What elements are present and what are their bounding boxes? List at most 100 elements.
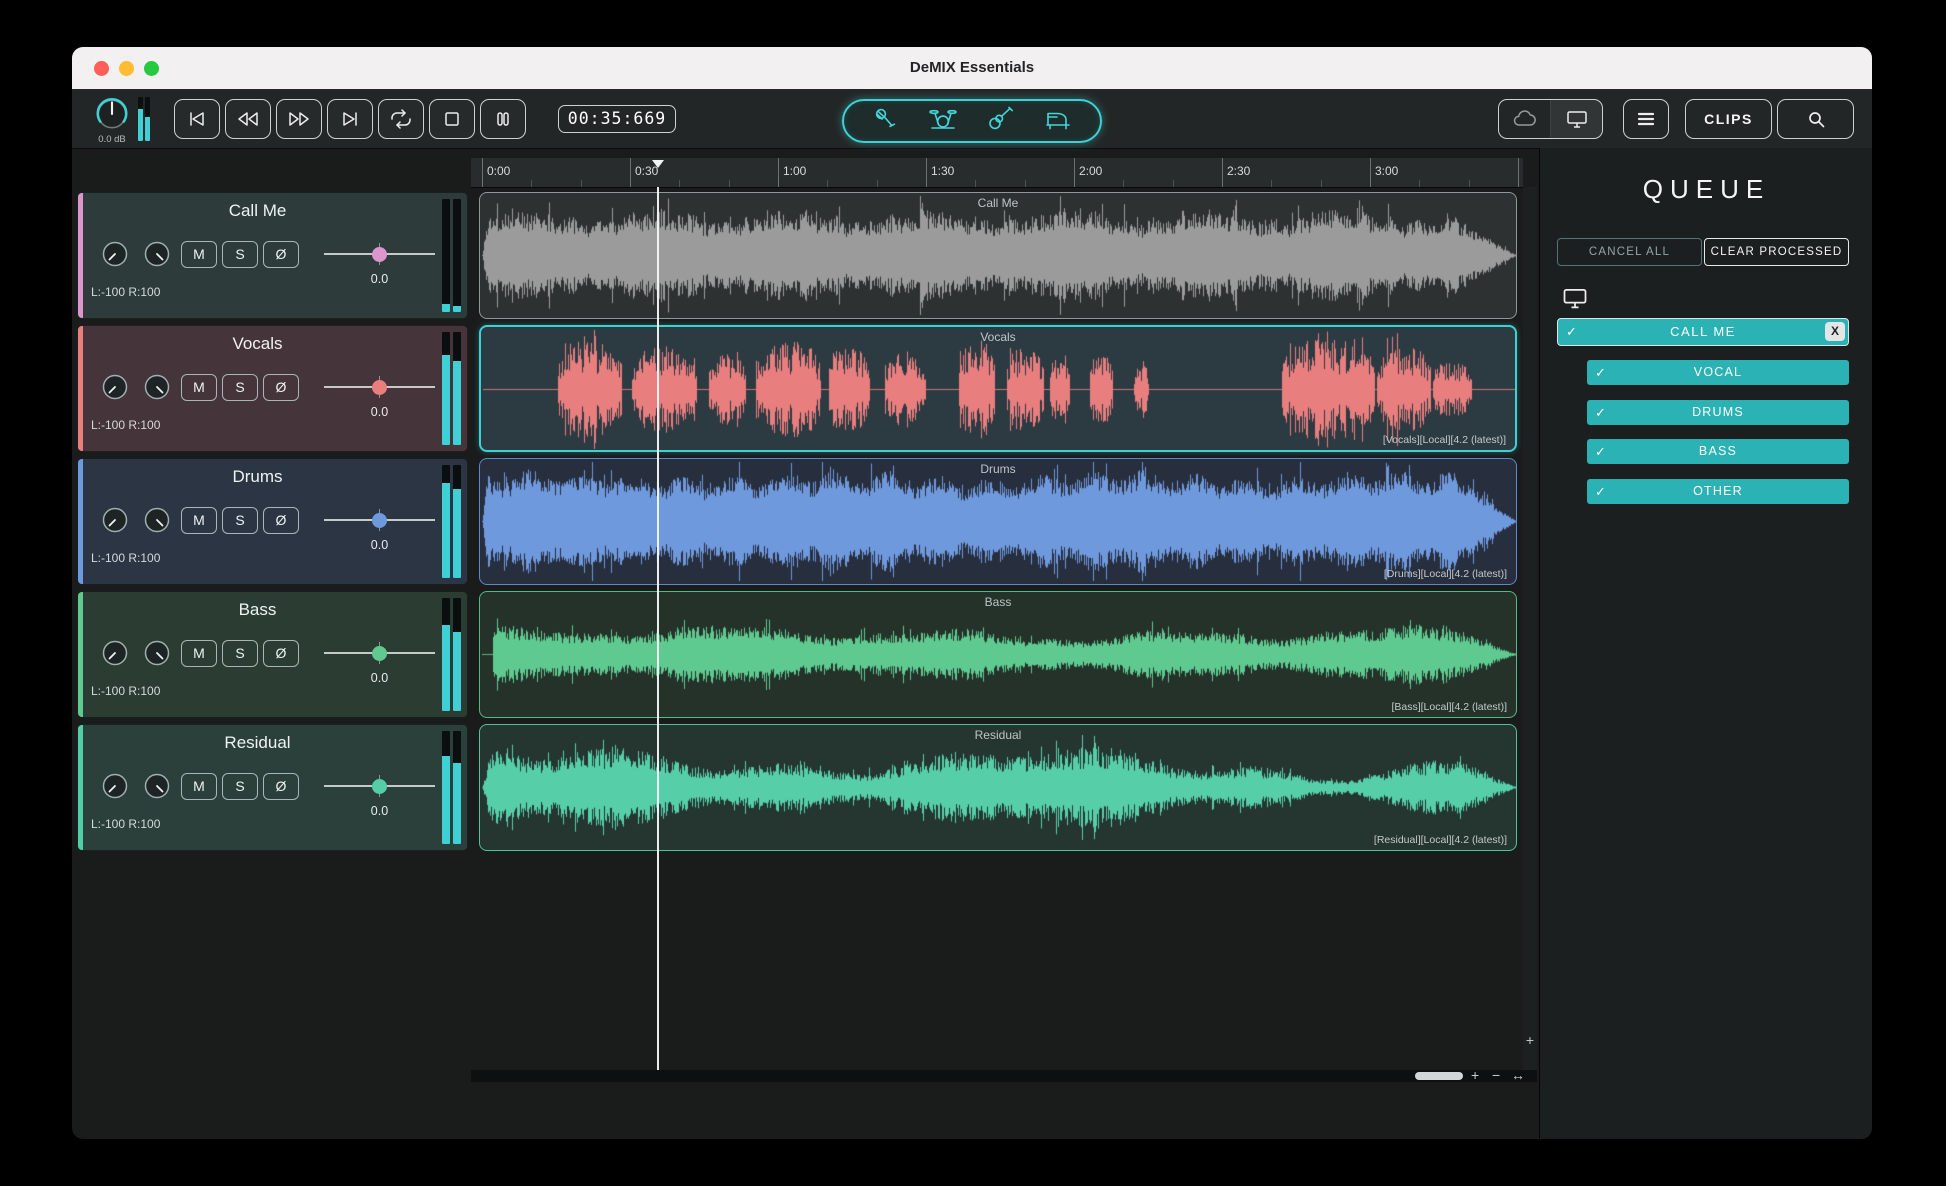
mute-button[interactable]: M [181,374,217,401]
pan-knob-right[interactable] [142,239,172,269]
zoom-fit-button[interactable]: ↔ [1511,1067,1525,1083]
scrollbar-thumb[interactable] [1415,1072,1463,1080]
pan-knob-right[interactable] [142,505,172,535]
queue-job-call-me[interactable]: CALL ME X [1557,318,1849,346]
clip-vocals[interactable]: Vocals [Vocals][Local][4.2 (latest)] [479,325,1517,452]
stop-button[interactable] [429,99,475,139]
fast-forward-button[interactable] [276,99,322,139]
queue-stem-vocal[interactable]: VOCAL [1587,360,1849,385]
mute-button[interactable]: M [181,507,217,534]
queue-stem-label: VOCAL [1693,365,1743,379]
queue-stem-bass[interactable]: BASS [1587,439,1849,464]
volume-slider[interactable] [324,642,435,664]
solo-button[interactable]: S [222,241,258,268]
solo-button[interactable]: S [222,507,258,534]
playhead-marker[interactable] [652,160,664,168]
clip-tag: [Bass][Local][4.2 (latest)] [1391,701,1507,713]
volume-slider[interactable] [324,509,435,531]
volume-slider[interactable] [324,243,435,265]
solo-button[interactable]: S [222,374,258,401]
skip-to-end-button[interactable] [327,99,373,139]
track-header-vocals[interactable]: Vocals M S Ø 0.0 L:-100 R:100 [77,325,468,452]
level-meters [442,731,461,844]
mute-button[interactable]: M [181,640,217,667]
horizontal-scrollbar[interactable]: + − ↔ [471,1067,1537,1083]
track-header-drums[interactable]: Drums M S Ø 0.0 L:-100 R:100 [77,458,468,585]
skip-to-start-button[interactable] [174,99,220,139]
zoom-out-button[interactable]: − [1492,1067,1500,1083]
zoom-in-button[interactable]: + [1471,1067,1479,1083]
solo-button[interactable]: S [222,773,258,800]
ruler-tick: 3:30 [1518,158,1519,187]
remove-job-button[interactable]: X [1825,322,1845,341]
track-name: Vocals [232,334,283,353]
cloud-processing-button[interactable] [1499,100,1550,138]
track-header-call-me[interactable]: Call Me M S Ø 0.0 L:-100 R:100 [77,192,468,319]
phase-button[interactable]: Ø [263,773,299,800]
pan-knob-left[interactable] [100,372,130,402]
pan-knob-right[interactable] [142,638,172,668]
track-name: Drums [232,467,283,486]
vocals-mic-icon[interactable] [871,106,901,137]
mute-button[interactable]: M [181,773,217,800]
ruler-minor-tick [1123,180,1125,187]
track-name: Residual [224,733,291,752]
pause-button[interactable] [480,99,526,139]
ruler-tick: 0:30 [630,158,658,187]
vertical-zoom-in-button[interactable]: + [1523,1032,1537,1048]
phase-button[interactable]: Ø [263,640,299,667]
clips-button[interactable]: CLIPS [1685,99,1772,139]
ruler-minor-tick [1024,180,1026,187]
clip-drums[interactable]: Drums [Drums][Local][4.2 (latest)] [479,458,1517,585]
pan-knob-left[interactable] [100,239,130,269]
volume-slider-thumb[interactable] [372,513,387,528]
solo-button[interactable]: S [222,640,258,667]
queue-stem-label: BASS [1698,444,1738,458]
clip-call-me[interactable]: Call Me [479,192,1517,319]
main-menu-button[interactable] [1623,99,1669,139]
track-header-bass[interactable]: Bass M S Ø 0.0 L:-100 R:100 [77,591,468,718]
meter-bar [145,97,150,141]
mute-button[interactable]: M [181,241,217,268]
queue-stem-drums[interactable]: DRUMS [1587,400,1849,425]
volume-slider-thumb[interactable] [372,247,387,262]
pan-knob-left[interactable] [100,771,130,801]
time-display[interactable]: 00:35:669 [558,105,676,133]
gain-value: 0.0 [370,538,389,552]
clip-title: Call Me [977,196,1019,210]
ruler-minor-tick [876,180,878,187]
phase-button[interactable]: Ø [263,241,299,268]
phase-button[interactable]: Ø [263,374,299,401]
waveform [483,329,1515,450]
track-header-residual[interactable]: Residual M S Ø 0.0 L:-100 R:100 [77,724,468,851]
gain-value: 0.0 [370,671,389,685]
clear-processed-button[interactable]: CLEAR PROCESSED [1704,238,1849,266]
volume-slider-thumb[interactable] [372,646,387,661]
titlebar[interactable]: DeMIX Essentials [72,47,1872,90]
queue-stem-other[interactable]: OTHER [1587,479,1849,504]
pan-knob-right[interactable] [142,771,172,801]
volume-slider[interactable] [324,775,435,797]
clip-bass[interactable]: Bass [Bass][Local][4.2 (latest)] [479,591,1517,718]
local-processing-button[interactable] [1550,100,1602,138]
clip-residual[interactable]: Residual [Residual][Local][4.2 (latest)] [479,724,1517,851]
pan-knob-left[interactable] [100,638,130,668]
timeline-ruler[interactable]: 0:00 0:30 1:00 1:30 2:00 2:30 3:00 3:30 [471,158,1523,188]
master-volume-knob[interactable] [93,95,131,133]
loop-button[interactable] [378,99,424,139]
pan-knob-right[interactable] [142,372,172,402]
pan-knob-left[interactable] [100,505,130,535]
volume-slider-thumb[interactable] [372,779,387,794]
guitar-icon[interactable] [986,106,1016,137]
volume-slider-thumb[interactable] [372,380,387,395]
pan-range-label: L:-100 R:100 [91,684,161,698]
queue-title: QUEUE [1642,174,1771,204]
volume-slider[interactable] [324,376,435,398]
piano-icon[interactable] [1043,106,1073,137]
cancel-all-button[interactable]: CANCEL ALL [1557,238,1702,266]
phase-button[interactable]: Ø [263,507,299,534]
rewind-button[interactable] [225,99,271,139]
stem-selector-pill [842,99,1102,143]
drums-icon[interactable] [928,106,958,137]
search-button[interactable] [1777,99,1854,139]
